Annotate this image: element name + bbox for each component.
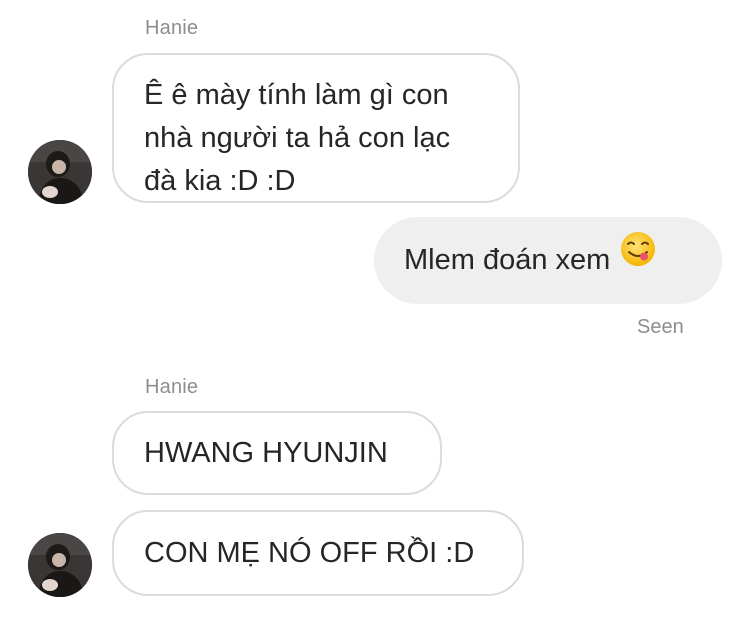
- seen-status: Seen: [637, 316, 684, 338]
- message-line: nhà người ta hả con lạc: [144, 122, 451, 154]
- incoming-message-bubble[interactable]: Ê ê mày tính làm gì con nhà người ta hả …: [112, 53, 520, 203]
- yum-face-emoji-icon: [620, 215, 656, 302]
- message-line: Ê ê mày tính làm gì con: [144, 79, 449, 111]
- sender-avatar[interactable]: [28, 533, 92, 597]
- message-text: HWANG HYUNJIN: [144, 437, 388, 469]
- incoming-message-bubble[interactable]: HWANG HYUNJIN: [112, 411, 442, 495]
- outgoing-message-bubble[interactable]: Mlem đoán xem: [374, 217, 722, 304]
- avatar-photo: [28, 533, 92, 597]
- sender-avatar[interactable]: [28, 140, 92, 204]
- sender-name: Hanie: [145, 376, 199, 398]
- message-text: CON MẸ NÓ OFF RỒI :D: [144, 537, 475, 569]
- avatar-photo: [28, 140, 92, 204]
- incoming-message-bubble[interactable]: CON MẸ NÓ OFF RỒI :D: [112, 510, 524, 596]
- sender-name: Hanie: [145, 17, 199, 39]
- message-text: Mlem đoán xem: [404, 244, 611, 276]
- message-line: đà kia :D :D: [144, 165, 296, 197]
